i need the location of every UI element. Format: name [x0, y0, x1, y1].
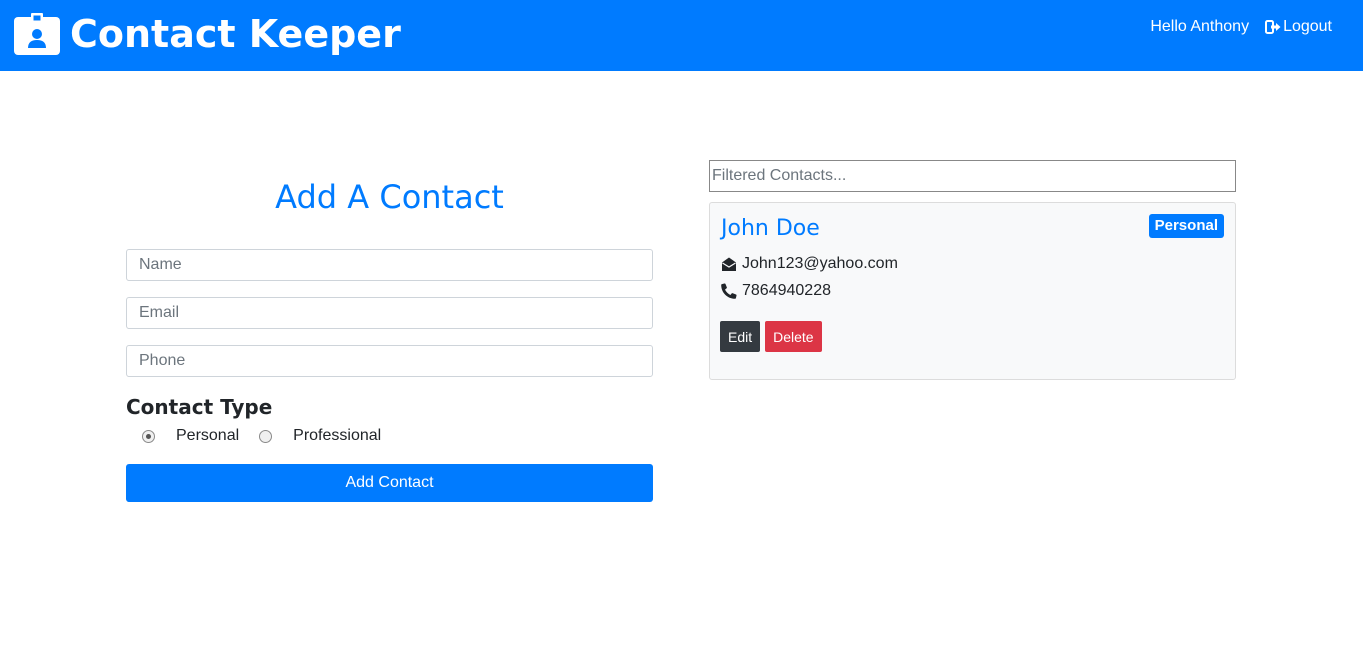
edit-button[interactable]: Edit	[720, 321, 761, 352]
contact-email-row: John123@yahoo.com	[721, 254, 898, 274]
radio-professional-label: Professional	[293, 427, 382, 444]
nav-right: Hello Anthony Logout	[1150, 17, 1332, 37]
contact-phone: 7864940228	[742, 282, 831, 299]
logout-label: Logout	[1283, 18, 1332, 35]
app-title: Contact Keeper	[70, 12, 401, 56]
contact-phone-row: 7864940228	[721, 281, 831, 301]
contact-name: John Doe	[721, 216, 820, 241]
id-badge-icon	[14, 13, 60, 55]
contact-email: John123@yahoo.com	[742, 255, 898, 272]
brand[interactable]: Contact Keeper	[14, 12, 401, 56]
radio-personal-label: Personal	[176, 427, 240, 444]
contact-type-radios: Personal Professional	[126, 426, 653, 446]
envelope-open-icon	[722, 257, 736, 271]
name-input[interactable]	[126, 249, 653, 281]
contact-actions: Edit Delete	[720, 321, 822, 352]
phone-icon	[721, 283, 737, 299]
contact-form: Add A Contact Contact Type Personal Prof…	[126, 160, 653, 502]
radio-professional[interactable]	[259, 429, 273, 443]
form-title: Add A Contact	[275, 178, 504, 216]
add-contact-button[interactable]: Add Contact	[126, 464, 653, 502]
logout-link[interactable]: Logout	[1265, 17, 1332, 37]
user-greeting: Hello Anthony	[1150, 18, 1250, 35]
navbar: Contact Keeper Hello Anthony Logout	[0, 0, 1363, 71]
radio-personal[interactable]	[142, 429, 155, 443]
phone-input[interactable]	[126, 345, 653, 377]
contact-type-heading: Contact Type	[126, 395, 273, 419]
contacts-panel: John Doe Personal John123@yahoo.com 7864…	[709, 160, 1236, 380]
contact-type-badge: Personal	[1148, 214, 1224, 238]
sign-out-icon	[1265, 20, 1281, 34]
delete-button[interactable]: Delete	[765, 321, 822, 352]
email-input[interactable]	[126, 297, 653, 329]
filter-input[interactable]	[709, 160, 1236, 192]
contact-card: John Doe Personal John123@yahoo.com 7864…	[709, 202, 1236, 380]
